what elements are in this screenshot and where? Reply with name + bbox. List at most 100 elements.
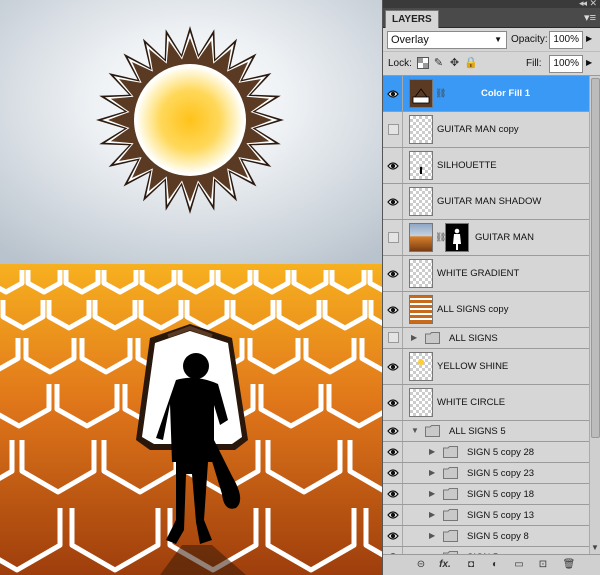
panel-menu-icon[interactable]: ▾≡ [584, 11, 596, 24]
layer-name: GUITAR MAN SHADOW [437, 196, 542, 207]
visibility-toggle[interactable] [383, 421, 403, 441]
hidden-box-icon [388, 332, 399, 343]
visibility-toggle[interactable] [383, 76, 403, 111]
add-mask-icon[interactable]: ◘ [463, 558, 479, 572]
new-group-icon[interactable]: ▭ [511, 558, 527, 572]
fill-field[interactable]: 100% [549, 55, 583, 73]
layer-row[interactable]: GUITAR MAN SHADOW [383, 184, 589, 220]
layer-row[interactable]: GUITAR MAN copy [383, 112, 589, 148]
layer-row[interactable]: ⛓ Color Fill 1 [383, 76, 589, 112]
opacity-slider-icon[interactable]: ▶ [586, 34, 592, 43]
layer-thumbnail [409, 295, 433, 324]
visibility-toggle[interactable] [383, 442, 403, 462]
expand-right-icon[interactable]: ▶ [429, 447, 435, 456]
visibility-toggle[interactable] [383, 112, 403, 147]
layers-footer: ⊝ fx. ◘ ◐ ▭ ⊡ 🗑 [383, 554, 600, 575]
eye-icon [387, 197, 399, 206]
visibility-toggle[interactable] [383, 463, 403, 483]
layer-name: ALL SIGNS [449, 332, 498, 344]
chain-link-icon[interactable]: ⛓ [435, 88, 446, 99]
fill-slider-icon[interactable]: ▶ [586, 58, 592, 67]
visibility-toggle[interactable] [383, 292, 403, 327]
layer-row[interactable]: SILHOUETTE [383, 148, 589, 184]
layer-name: GUITAR MAN copy [437, 124, 519, 135]
tab-layers[interactable]: LAYERS [385, 10, 439, 28]
layer-name: GUITAR MAN [475, 232, 534, 243]
visibility-toggle[interactable] [383, 328, 403, 348]
panel-tabbar: LAYERS ▾≡ [383, 8, 600, 28]
layer-name: WHITE CIRCLE [437, 397, 506, 408]
visibility-toggle[interactable] [383, 220, 403, 255]
layer-row[interactable]: YELLOW SHINE [383, 349, 589, 385]
blend-row: Overlay ▼ Opacity: 100% ▶ [383, 28, 600, 52]
lock-all-icon[interactable]: 🔒 [464, 57, 478, 70]
expand-down-icon[interactable]: ▼ [411, 426, 419, 435]
layer-mask-thumbnail[interactable] [445, 223, 469, 252]
folder-icon [425, 332, 440, 344]
visibility-toggle[interactable] [383, 385, 403, 420]
eye-icon [387, 362, 399, 371]
layer-name: Color Fill 1 [481, 88, 531, 99]
expand-right-icon[interactable]: ▶ [429, 468, 435, 477]
layer-thumbnail [409, 115, 433, 144]
scroll-down-icon[interactable]: ▼ [591, 543, 599, 552]
visibility-toggle[interactable] [383, 148, 403, 183]
layer-name: SIGN 5 [467, 547, 498, 555]
layer-group-row[interactable]: ▶ SIGN 5 copy 23 [383, 463, 589, 484]
expand-right-icon[interactable]: ▶ [411, 333, 417, 342]
layer-name: SILHOUETTE [437, 160, 497, 171]
layer-row[interactable]: ALL SIGNS copy [383, 292, 589, 328]
visibility-toggle[interactable] [383, 349, 403, 384]
opacity-field[interactable]: 100% [549, 31, 583, 49]
visibility-toggle[interactable] [383, 526, 403, 546]
new-layer-icon[interactable]: ⊡ [535, 558, 551, 572]
adjustment-layer-icon[interactable]: ◐ [487, 558, 503, 572]
layer-row[interactable]: ⛓ GUITAR MAN [383, 220, 589, 256]
visibility-toggle[interactable] [383, 484, 403, 504]
layer-group-row[interactable]: ▼ ALL SIGNS 5 [383, 421, 589, 442]
visibility-toggle[interactable] [383, 505, 403, 525]
eye-icon [387, 161, 399, 170]
folder-icon [443, 530, 458, 542]
visibility-toggle[interactable] [383, 547, 403, 554]
sun [96, 26, 284, 214]
expand-right-icon[interactable]: ▶ [429, 510, 435, 519]
expand-right-icon[interactable]: ▶ [429, 489, 435, 498]
layer-group-row[interactable]: ▶ SIGN 5 copy 13 [383, 505, 589, 526]
layer-row[interactable]: WHITE GRADIENT [383, 256, 589, 292]
link-layers-icon[interactable]: ⊝ [413, 558, 429, 572]
layer-name: ALL SIGNS copy [437, 304, 509, 315]
layer-group-row[interactable]: ▶SIGN 5 [383, 547, 589, 554]
layer-name: WHITE GRADIENT [437, 268, 520, 279]
lock-position-move-icon[interactable]: ✥ [448, 57, 461, 70]
scrollbar-thumb[interactable] [591, 78, 600, 438]
layer-style-fx-icon[interactable]: fx. [437, 558, 453, 572]
lock-transparency-icon[interactable] [416, 57, 429, 70]
eye-icon [387, 511, 399, 519]
document-canvas[interactable] [0, 0, 382, 575]
layer-group-row[interactable]: ▶ SIGN 5 copy 18 [383, 484, 589, 505]
visibility-toggle[interactable] [383, 184, 403, 219]
layer-group-row[interactable]: ▶ ALL SIGNS [383, 328, 589, 349]
panel-titlebar: ◂◂ ✕ [383, 0, 600, 8]
expand-right-icon[interactable]: ▶ [429, 531, 435, 540]
layer-name: SIGN 5 copy 28 [467, 446, 535, 458]
delete-layer-icon[interactable]: 🗑 [561, 558, 577, 572]
layer-name: YELLOW SHINE [437, 361, 509, 372]
lock-label: Lock: [388, 58, 412, 69]
lock-pixels-brush-icon[interactable]: ✎ [432, 57, 445, 70]
layer-thumbnail [409, 151, 433, 180]
chevron-down-icon: ▼ [494, 35, 502, 44]
layers-scrollbar[interactable]: ▼ [589, 76, 600, 554]
layer-thumbnail [409, 259, 433, 288]
blend-mode-select[interactable]: Overlay ▼ [387, 31, 507, 49]
layer-group-row[interactable]: ▶ SIGN 5 copy 28 [383, 442, 589, 463]
layer-thumbnail [409, 187, 433, 216]
eye-icon [387, 427, 399, 435]
layer-group-row[interactable]: ▶ SIGN 5 copy 8 [383, 526, 589, 547]
layer-name: SIGN 5 copy 18 [467, 488, 535, 500]
layer-row[interactable]: WHITE CIRCLE [383, 385, 589, 421]
eye-icon [387, 490, 399, 498]
visibility-toggle[interactable] [383, 256, 403, 291]
hidden-box-icon [388, 231, 399, 243]
